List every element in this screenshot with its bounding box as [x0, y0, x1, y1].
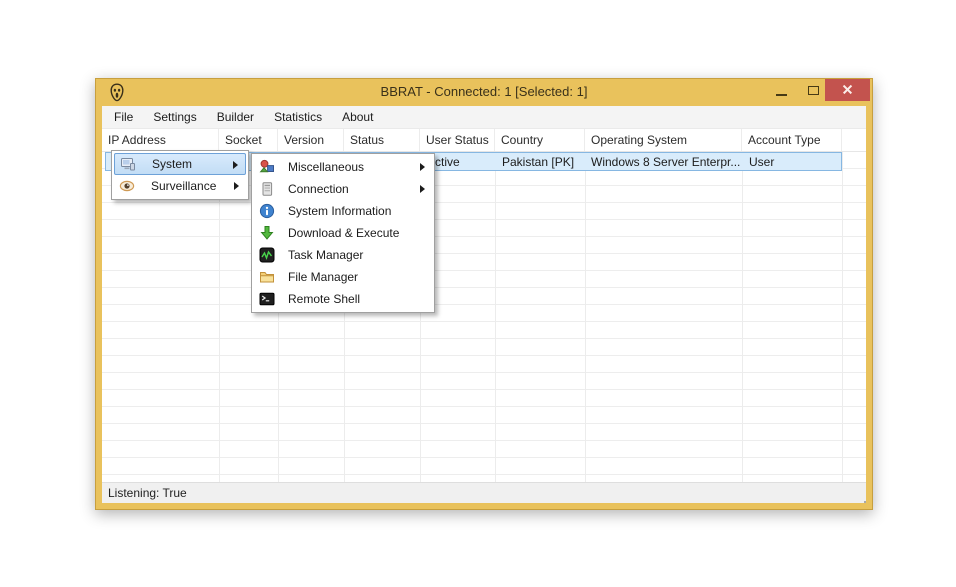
column-header-user-status[interactable]: User Status [420, 129, 495, 151]
folder-icon [260, 272, 274, 283]
context-menu-item-surveillance[interactable]: Surveillance [114, 175, 246, 197]
submenu-item-miscellaneous[interactable]: Miscellaneous [254, 156, 432, 178]
eye-icon [119, 180, 135, 192]
table-header: IP Address Socket Version Status User St… [102, 129, 866, 152]
submenu-item-download-execute[interactable]: Download & Execute [254, 222, 432, 244]
column-header-version[interactable]: Version [278, 129, 344, 151]
app-window: BBRAT - Connected: 1 [Selected: 1] File … [95, 78, 873, 510]
title-bar[interactable]: BBRAT - Connected: 1 [Selected: 1] [96, 79, 872, 106]
grid-line [842, 152, 843, 482]
shell-icon [259, 292, 275, 306]
maximize-button[interactable] [808, 86, 819, 95]
context-menu-item-label: System [152, 157, 193, 171]
system-submenu: Miscellaneous Connection System Informat… [251, 153, 435, 313]
submenu-arrow-icon [420, 163, 425, 171]
task-manager-icon [259, 247, 275, 263]
menu-statistics[interactable]: Statistics [264, 107, 332, 128]
menu-bar: File Settings Builder Statistics About [102, 106, 866, 129]
context-menu: System Surveillance [111, 150, 249, 200]
cell-account-type: User [749, 155, 775, 169]
column-header-country[interactable]: Country [495, 129, 585, 151]
window-title: BBRAT - Connected: 1 [Selected: 1] [380, 84, 588, 99]
download-icon [260, 226, 274, 240]
column-header-socket[interactable]: Socket [219, 129, 278, 151]
resize-grip-icon[interactable] [860, 497, 862, 499]
menu-builder[interactable]: Builder [207, 107, 264, 128]
menu-file[interactable]: File [104, 107, 143, 128]
computer-icon [121, 158, 135, 171]
submenu-arrow-icon [234, 182, 239, 190]
connection-icon [262, 182, 273, 196]
submenu-item-connection[interactable]: Connection [254, 178, 432, 200]
context-menu-item-label: Surveillance [151, 179, 217, 193]
submenu-item-system-information[interactable]: System Information [254, 200, 432, 222]
minimize-button[interactable] [776, 89, 787, 96]
column-header-account-type[interactable]: Account Type [742, 129, 842, 151]
cell-operating-system: Windows 8 Server Enterpr... [591, 155, 741, 169]
shapes-icon [259, 159, 275, 173]
grid-line [742, 152, 743, 482]
status-text: Listening: True [108, 486, 187, 500]
info-icon [259, 203, 275, 219]
submenu-item-task-manager[interactable]: Task Manager [254, 244, 432, 266]
submenu-item-file-manager[interactable]: File Manager [254, 266, 432, 288]
close-button[interactable] [825, 79, 870, 101]
grid-line [585, 152, 586, 482]
submenu-arrow-icon [420, 185, 425, 193]
menu-settings[interactable]: Settings [143, 107, 206, 128]
menu-about[interactable]: About [332, 107, 383, 128]
submenu-arrow-icon [233, 161, 238, 169]
context-menu-item-system[interactable]: System [114, 153, 246, 175]
submenu-item-remote-shell[interactable]: Remote Shell [254, 288, 432, 310]
column-header-ip-address[interactable]: IP Address [102, 129, 219, 151]
grid-line [219, 152, 220, 482]
client-list[interactable]: Active Pakistan [PK] Windows 8 Server En… [102, 152, 866, 482]
grid-line [495, 152, 496, 482]
column-header-operating-system[interactable]: Operating System [585, 129, 742, 151]
column-header-status[interactable]: Status [344, 129, 420, 151]
status-bar: Listening: True [102, 482, 866, 503]
cell-country: Pakistan [PK] [502, 155, 575, 169]
